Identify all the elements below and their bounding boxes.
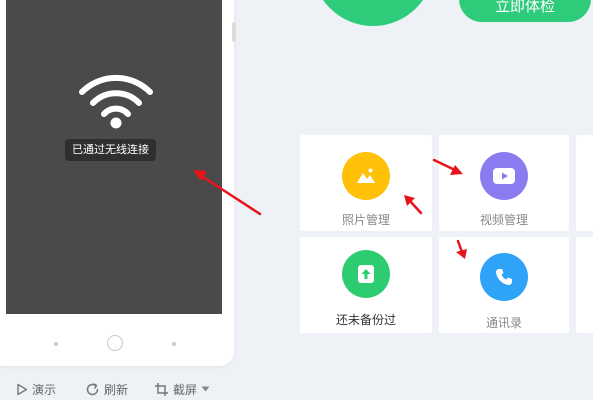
annotation-arrows — [193, 158, 467, 259]
annotation-arrow-photos — [404, 195, 423, 215]
annotation-arrow-videos — [432, 158, 463, 175]
annotation-arrow-screen — [193, 170, 262, 216]
annotation-arrow-contacts — [456, 239, 467, 259]
